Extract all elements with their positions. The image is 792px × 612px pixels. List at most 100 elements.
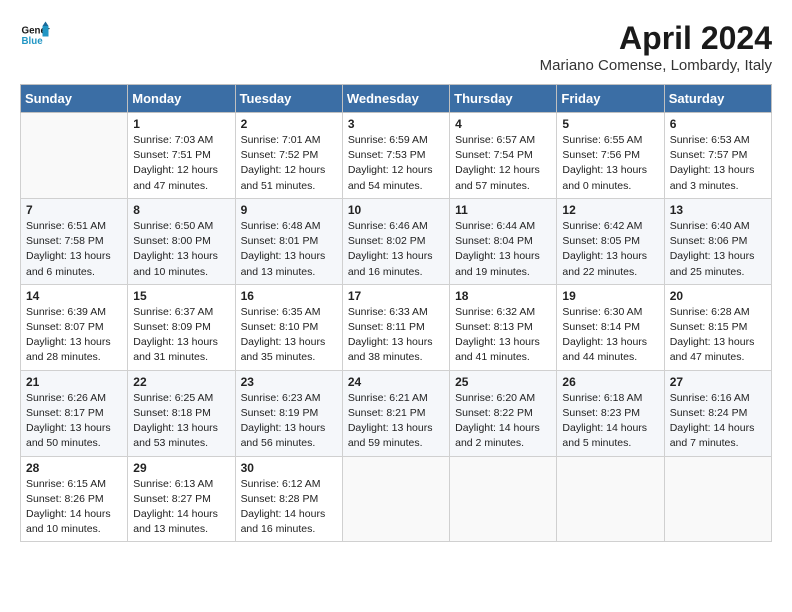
col-header-tuesday: Tuesday: [235, 85, 342, 113]
calendar-cell: 14 Sunrise: 6:39 AMSunset: 8:07 PMDayligh…: [21, 284, 128, 370]
day-number: 4: [455, 117, 551, 131]
calendar-cell: 30 Sunrise: 6:12 AMSunset: 8:28 PMDayligh…: [235, 456, 342, 542]
day-number: 7: [26, 203, 122, 217]
calendar-cell: 20 Sunrise: 6:28 AMSunset: 8:15 PMDayligh…: [664, 284, 771, 370]
day-info: Sunrise: 6:33 AMSunset: 8:11 PMDaylight:…: [348, 305, 444, 366]
day-info: Sunrise: 6:25 AMSunset: 8:18 PMDaylight:…: [133, 391, 229, 452]
week-row-5: 28 Sunrise: 6:15 AMSunset: 8:26 PMDayligh…: [21, 456, 772, 542]
day-number: 16: [241, 289, 337, 303]
calendar-cell: 29 Sunrise: 6:13 AMSunset: 8:27 PMDayligh…: [128, 456, 235, 542]
page-header: General Blue April 2024 Mariano Comense,…: [20, 20, 772, 74]
calendar-cell: [342, 456, 449, 542]
col-header-thursday: Thursday: [450, 85, 557, 113]
day-number: 14: [26, 289, 122, 303]
location-subtitle: Mariano Comense, Lombardy, Italy: [540, 57, 772, 74]
calendar-cell: 19 Sunrise: 6:30 AMSunset: 8:14 PMDayligh…: [557, 284, 664, 370]
calendar-cell: 26Sunrise: 6:18 AMSunset: 8:23 PMDayligh…: [557, 370, 664, 456]
day-number: 27: [670, 375, 766, 389]
calendar-cell: 18Sunrise: 6:32 AMSunset: 8:13 PMDayligh…: [450, 284, 557, 370]
day-number: 28: [26, 461, 122, 475]
day-info: Sunrise: 6:44 AMSunset: 8:04 PMDaylight:…: [455, 219, 551, 280]
calendar-cell: 16Sunrise: 6:35 AMSunset: 8:10 PMDayligh…: [235, 284, 342, 370]
day-number: 8: [133, 203, 229, 217]
day-number: 23: [241, 375, 337, 389]
day-info: Sunrise: 6:21 AMSunset: 8:21 PMDaylight:…: [348, 391, 444, 452]
svg-text:Blue: Blue: [22, 36, 44, 47]
week-row-1: 1Sunrise: 7:03 AMSunset: 7:51 PMDaylight…: [21, 113, 772, 199]
day-number: 5: [562, 117, 658, 131]
calendar-cell: [557, 456, 664, 542]
day-info: Sunrise: 6:57 AMSunset: 7:54 PMDaylight:…: [455, 133, 551, 194]
calendar-cell: 15 Sunrise: 6:37 AMSunset: 8:09 PMDayligh…: [128, 284, 235, 370]
calendar-cell: 21 Sunrise: 6:26 AMSunset: 8:17 PMDayligh…: [21, 370, 128, 456]
calendar-cell: 4 Sunrise: 6:57 AMSunset: 7:54 PMDaylight…: [450, 113, 557, 199]
title-area: April 2024 Mariano Comense, Lombardy, It…: [540, 20, 772, 74]
day-info: Sunrise: 6:55 AMSunset: 7:56 PMDaylight:…: [562, 133, 658, 194]
day-info: Sunrise: 6:32 AMSunset: 8:13 PMDaylight:…: [455, 305, 551, 366]
calendar-cell: 1Sunrise: 7:03 AMSunset: 7:51 PMDaylight…: [128, 113, 235, 199]
day-info: Sunrise: 6:37 AMSunset: 8:09 PMDaylight:…: [133, 305, 229, 366]
calendar-cell: 25 Sunrise: 6:20 AMSunset: 8:22 PMDayligh…: [450, 370, 557, 456]
calendar-cell: 10 Sunrise: 6:46 AMSunset: 8:02 PMDayligh…: [342, 198, 449, 284]
day-info: Sunrise: 6:30 AMSunset: 8:14 PMDaylight:…: [562, 305, 658, 366]
day-info: Sunrise: 6:13 AMSunset: 8:27 PMDaylight:…: [133, 477, 229, 538]
day-info: Sunrise: 6:18 AMSunset: 8:23 PMDaylight:…: [562, 391, 658, 452]
month-year-title: April 2024: [540, 20, 772, 57]
day-number: 12: [562, 203, 658, 217]
calendar-cell: 6 Sunrise: 6:53 AMSunset: 7:57 PMDaylight…: [664, 113, 771, 199]
col-header-wednesday: Wednesday: [342, 85, 449, 113]
calendar-cell: [450, 456, 557, 542]
day-number: 2: [241, 117, 337, 131]
calendar-cell: 12 Sunrise: 6:42 AMSunset: 8:05 PMDayligh…: [557, 198, 664, 284]
calendar-cell: 27 Sunrise: 6:16 AMSunset: 8:24 PMDayligh…: [664, 370, 771, 456]
col-header-sunday: Sunday: [21, 85, 128, 113]
day-number: 3: [348, 117, 444, 131]
day-info: Sunrise: 6:48 AMSunset: 8:01 PMDaylight:…: [241, 219, 337, 280]
day-number: 22: [133, 375, 229, 389]
calendar-cell: 17 Sunrise: 6:33 AMSunset: 8:11 PMDayligh…: [342, 284, 449, 370]
day-info: Sunrise: 6:39 AMSunset: 8:07 PMDaylight:…: [26, 305, 122, 366]
day-info: Sunrise: 6:40 AMSunset: 8:06 PMDaylight:…: [670, 219, 766, 280]
week-row-2: 7 Sunrise: 6:51 AMSunset: 7:58 PMDaylight…: [21, 198, 772, 284]
calendar-cell: 5 Sunrise: 6:55 AMSunset: 7:56 PMDaylight…: [557, 113, 664, 199]
calendar-cell: 24Sunrise: 6:21 AMSunset: 8:21 PMDayligh…: [342, 370, 449, 456]
calendar-cell: 9 Sunrise: 6:48 AMSunset: 8:01 PMDaylight…: [235, 198, 342, 284]
day-info: Sunrise: 6:15 AMSunset: 8:26 PMDaylight:…: [26, 477, 122, 538]
calendar-cell: 2 Sunrise: 7:01 AMSunset: 7:52 PMDaylight…: [235, 113, 342, 199]
week-row-4: 21 Sunrise: 6:26 AMSunset: 8:17 PMDayligh…: [21, 370, 772, 456]
calendar-table: SundayMondayTuesdayWednesdayThursdayFrid…: [20, 84, 772, 542]
calendar-cell: 3Sunrise: 6:59 AMSunset: 7:53 PMDaylight…: [342, 113, 449, 199]
day-number: 19: [562, 289, 658, 303]
day-number: 21: [26, 375, 122, 389]
day-info: Sunrise: 6:12 AMSunset: 8:28 PMDaylight:…: [241, 477, 337, 538]
day-number: 25: [455, 375, 551, 389]
day-info: Sunrise: 7:01 AMSunset: 7:52 PMDaylight:…: [241, 133, 337, 194]
calendar-header: SundayMondayTuesdayWednesdayThursdayFrid…: [21, 85, 772, 113]
calendar-cell: 8Sunrise: 6:50 AMSunset: 8:00 PMDaylight…: [128, 198, 235, 284]
day-number: 30: [241, 461, 337, 475]
day-number: 10: [348, 203, 444, 217]
week-row-3: 14 Sunrise: 6:39 AMSunset: 8:07 PMDayligh…: [21, 284, 772, 370]
col-header-friday: Friday: [557, 85, 664, 113]
day-number: 11: [455, 203, 551, 217]
day-info: Sunrise: 6:51 AMSunset: 7:58 PMDaylight:…: [26, 219, 122, 280]
day-number: 15: [133, 289, 229, 303]
day-info: Sunrise: 6:16 AMSunset: 8:24 PMDaylight:…: [670, 391, 766, 452]
day-info: Sunrise: 6:46 AMSunset: 8:02 PMDaylight:…: [348, 219, 444, 280]
day-number: 20: [670, 289, 766, 303]
day-info: Sunrise: 6:28 AMSunset: 8:15 PMDaylight:…: [670, 305, 766, 366]
day-info: Sunrise: 6:26 AMSunset: 8:17 PMDaylight:…: [26, 391, 122, 452]
day-number: 17: [348, 289, 444, 303]
day-number: 6: [670, 117, 766, 131]
col-header-monday: Monday: [128, 85, 235, 113]
day-number: 29: [133, 461, 229, 475]
calendar-cell: 23Sunrise: 6:23 AMSunset: 8:19 PMDayligh…: [235, 370, 342, 456]
day-info: Sunrise: 6:42 AMSunset: 8:05 PMDaylight:…: [562, 219, 658, 280]
header-row: SundayMondayTuesdayWednesdayThursdayFrid…: [21, 85, 772, 113]
logo-icon: General Blue: [20, 20, 50, 50]
day-number: 9: [241, 203, 337, 217]
calendar-body: 1Sunrise: 7:03 AMSunset: 7:51 PMDaylight…: [21, 113, 772, 542]
calendar-cell: 22 Sunrise: 6:25 AMSunset: 8:18 PMDayligh…: [128, 370, 235, 456]
day-info: Sunrise: 6:53 AMSunset: 7:57 PMDaylight:…: [670, 133, 766, 194]
day-info: Sunrise: 6:20 AMSunset: 8:22 PMDaylight:…: [455, 391, 551, 452]
